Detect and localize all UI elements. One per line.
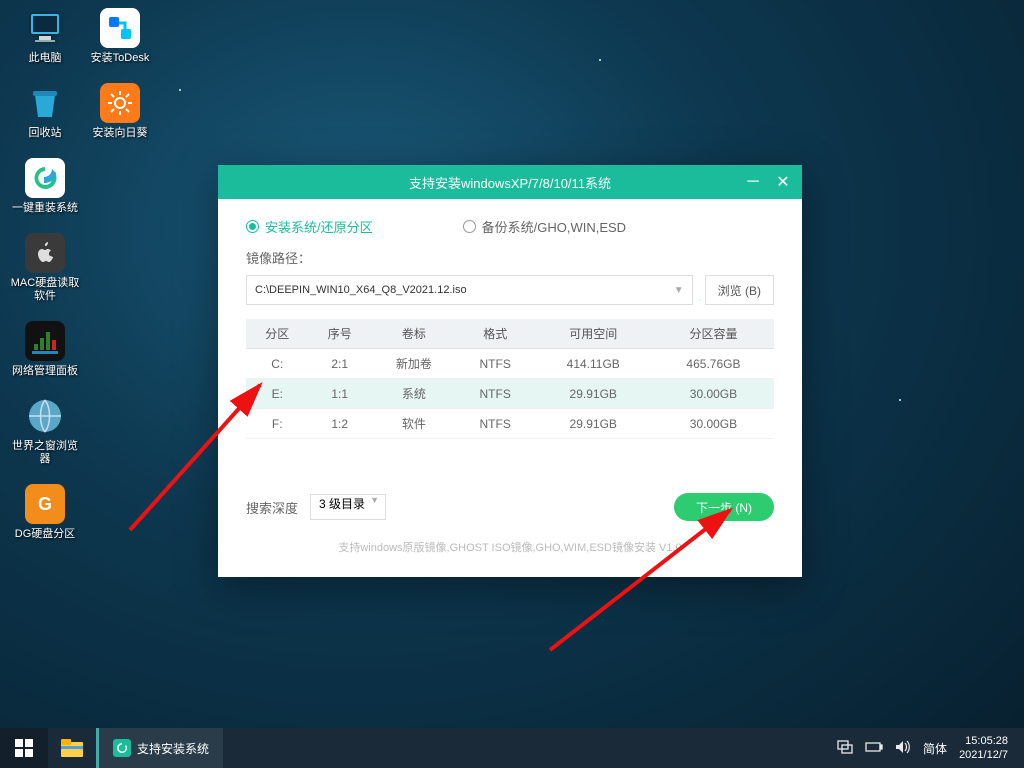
app-icon [113, 739, 131, 757]
desktop-icons-column-1: 此电脑 回收站 一键重装系统 MAC硬盘读取软件 网络管理面板 [10, 8, 80, 541]
taskbar: 支持安装系统 简体 15:05:28 2021/12/7 [0, 728, 1024, 768]
icon-network-panel[interactable]: 网络管理面板 [10, 321, 80, 378]
dg-icon: G [25, 484, 65, 524]
search-depth-select[interactable]: 3 级目录 ▼ [310, 494, 386, 520]
radio-backup[interactable]: 备份系统/GHO,WIN,ESD [463, 217, 626, 236]
taskbar-clock[interactable]: 15:05:28 2021/12/7 [959, 734, 1014, 762]
sunflower-icon [100, 83, 140, 123]
window-title: 支持安装windowsXP/7/8/10/11系统 [409, 173, 611, 192]
battery-tray-icon[interactable] [865, 741, 883, 755]
col-index: 序号 [308, 319, 370, 349]
minimize-button[interactable]: ─ [738, 165, 768, 199]
desktop-icons-column-2: 安装ToDesk 安装向日葵 [85, 8, 155, 140]
browse-button[interactable]: 浏览 (B) [705, 275, 774, 305]
col-partition: 分区 [246, 319, 308, 349]
network-panel-icon [25, 321, 65, 361]
chevron-down-icon: ▼ [370, 495, 379, 505]
partition-table: 分区 序号 卷标 格式 可用空间 分区容量 C:2:1新加卷NTFS414.11… [246, 319, 774, 439]
icon-recycle-bin[interactable]: 回收站 [10, 83, 80, 140]
close-button[interactable]: ✕ [768, 165, 798, 199]
computer-icon [25, 8, 65, 48]
partition-row[interactable]: E:1:1系统NTFS29.91GB30.00GB [246, 379, 774, 409]
start-button[interactable] [0, 728, 48, 768]
icon-this-pc[interactable]: 此电脑 [10, 8, 80, 65]
reinstall-icon [25, 158, 65, 198]
volume-tray-icon[interactable] [895, 740, 911, 757]
col-free: 可用空间 [534, 319, 653, 349]
chevron-down-icon: ▼ [674, 285, 684, 296]
icon-theworld-browser[interactable]: 世界之窗浏览器 [10, 396, 80, 466]
col-total: 分区容量 [653, 319, 774, 349]
next-button[interactable]: 下一步 (N) [674, 493, 774, 521]
icon-one-click-reinstall[interactable]: 一键重装系统 [10, 158, 80, 215]
icon-install-todesk[interactable]: 安装ToDesk [85, 8, 155, 65]
search-depth-label: 搜索深度 [246, 498, 298, 517]
footnote-text: 支持windows原版镜像,GHOST ISO镜像,GHO,WIM,ESD镜像安… [246, 539, 774, 555]
radio-install-restore[interactable]: 安装系统/还原分区 [246, 217, 373, 236]
icon-install-sunflower[interactable]: 安装向日葵 [85, 83, 155, 140]
partition-row[interactable]: C:2:1新加卷NTFS414.11GB465.76GB [246, 349, 774, 379]
col-label: 卷标 [371, 319, 457, 349]
image-path-dropdown[interactable]: C:\DEEPIN_WIN10_X64_Q8_V2021.12.iso ▼ [246, 275, 693, 305]
globe-icon [25, 396, 65, 436]
partition-row[interactable]: F:1:2软件NTFS29.91GB30.00GB [246, 409, 774, 439]
radio-dot-icon [463, 220, 476, 233]
todesk-icon [100, 8, 140, 48]
desktop: 此电脑 回收站 一键重装系统 MAC硬盘读取软件 网络管理面板 [0, 0, 1024, 768]
apple-icon [25, 233, 65, 273]
taskbar-explorer[interactable] [48, 728, 96, 768]
col-format: 格式 [457, 319, 534, 349]
icon-dg-partition[interactable]: G DG硬盘分区 [10, 484, 80, 541]
radio-dot-icon [246, 220, 259, 233]
icon-mac-disk-reader[interactable]: MAC硬盘读取软件 [10, 233, 80, 303]
system-tray: 简体 15:05:28 2021/12/7 [827, 734, 1024, 762]
recycle-bin-icon [25, 83, 65, 123]
network-tray-icon[interactable] [837, 740, 853, 757]
ime-indicator[interactable]: 简体 [923, 740, 947, 757]
window-titlebar[interactable]: 支持安装windowsXP/7/8/10/11系统 ─ ✕ [218, 165, 802, 199]
image-path-label: 镜像路径： [246, 248, 774, 267]
installer-window: 支持安装windowsXP/7/8/10/11系统 ─ ✕ 安装系统/还原分区 … [218, 165, 802, 577]
taskbar-app-button[interactable]: 支持安装系统 [96, 728, 223, 768]
